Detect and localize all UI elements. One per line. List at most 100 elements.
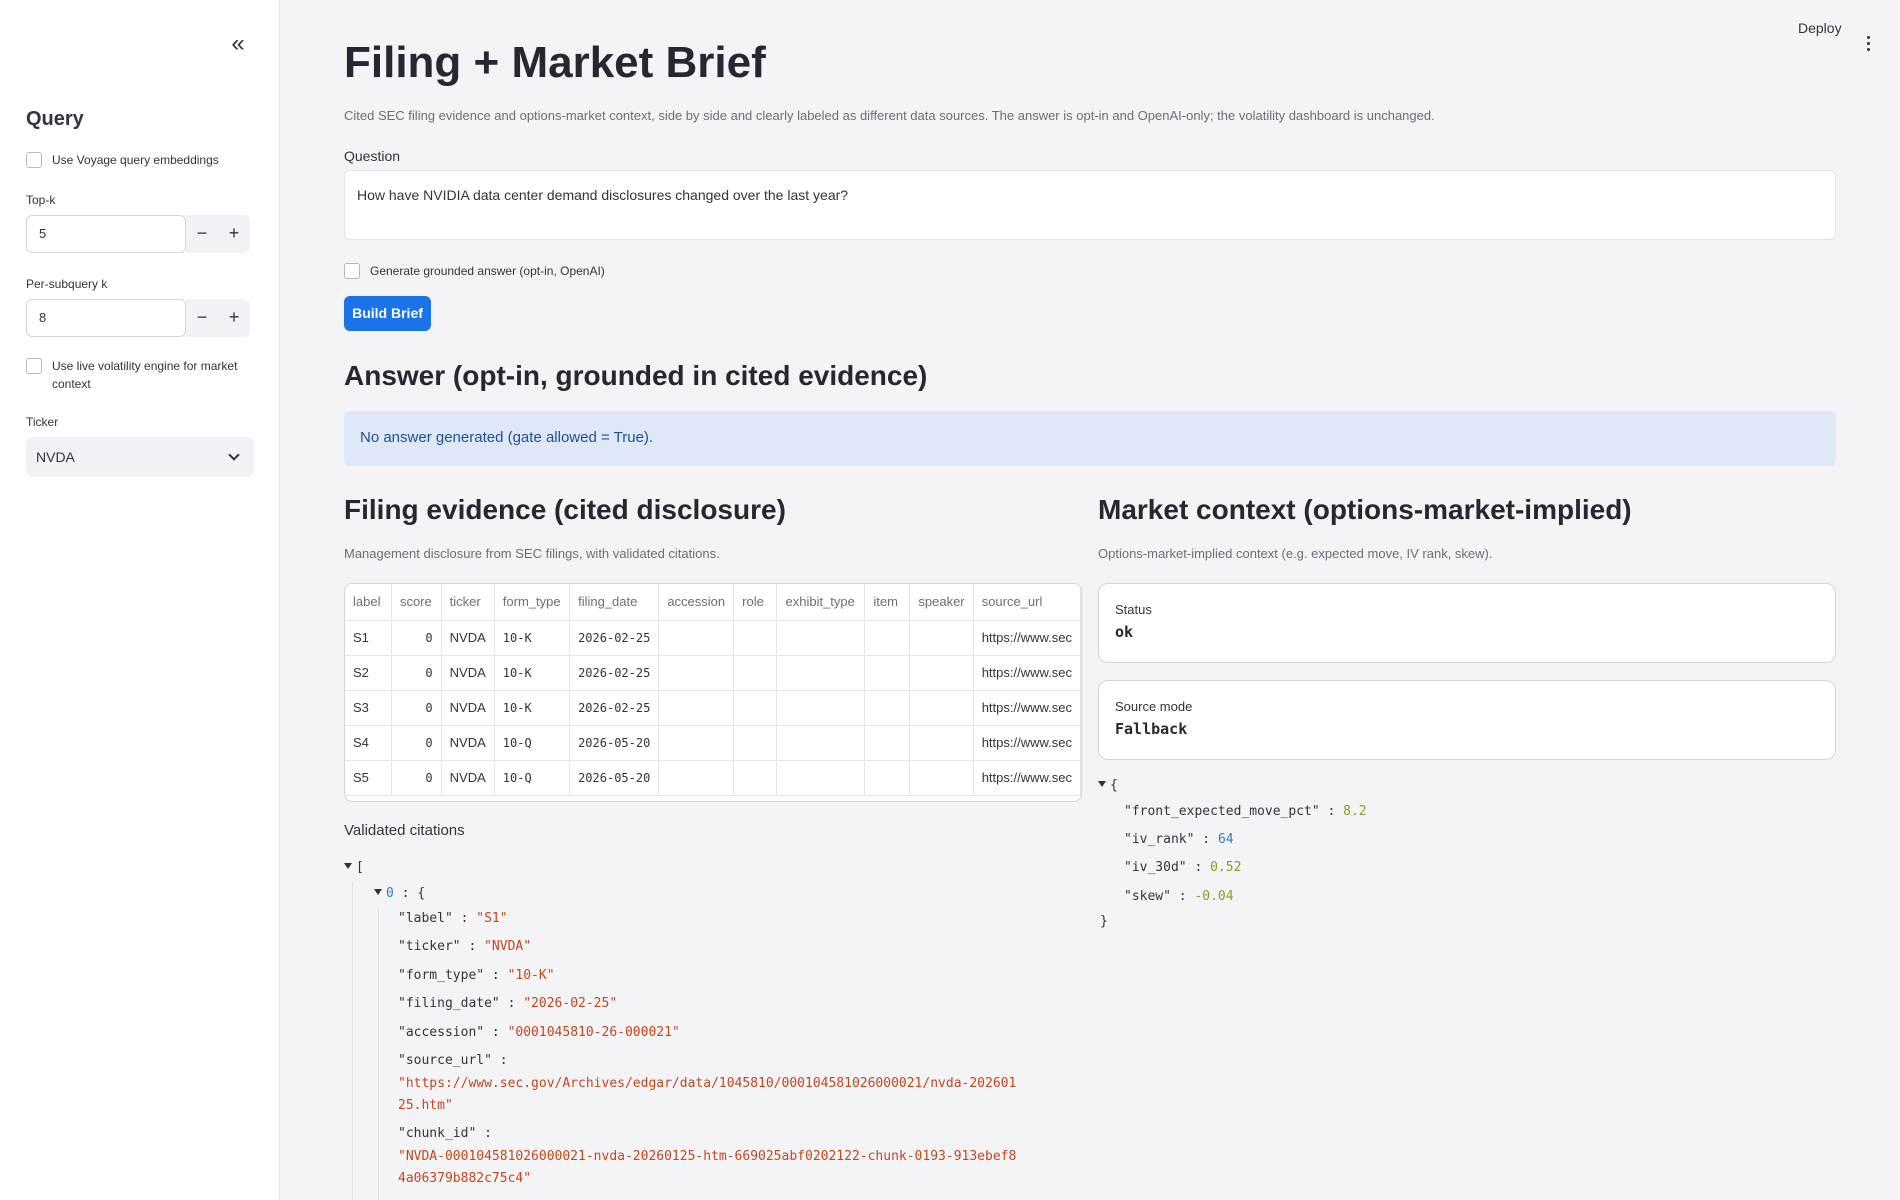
topk-increment-button[interactable]: + — [218, 215, 250, 253]
json-value: 4a06379b882c75c4" — [398, 1171, 532, 1186]
table-cell[interactable]: 2026-02-25 — [569, 690, 660, 726]
column-header[interactable]: ticker — [441, 584, 495, 621]
page-title: Filing + Market Brief — [344, 38, 766, 87]
json-root-toggle[interactable]: [ — [344, 860, 364, 875]
table-cell[interactable]: NVDA — [441, 655, 495, 691]
table-row: S1 0 NVDA 10-K 2026-02-25 https://www.se… — [345, 620, 1081, 656]
table-cell[interactable]: S5 — [345, 760, 392, 796]
table-cell[interactable]: S1 — [345, 620, 392, 656]
table-cell[interactable] — [733, 690, 778, 726]
table-cell[interactable]: 0 — [391, 655, 442, 691]
json-item-toggle[interactable]: 0 : { — [374, 886, 425, 901]
table-cell[interactable]: NVDA — [441, 760, 495, 796]
json-entry: "filing_date" : "2026-02-25" — [398, 996, 618, 1011]
live-vol-checkbox[interactable] — [26, 358, 42, 374]
table-cell[interactable] — [733, 760, 778, 796]
table-row: S5 0 NVDA 10-Q 2026-05-20 https://www.se… — [345, 760, 1081, 796]
column-header[interactable]: speaker — [909, 584, 974, 621]
table-cell[interactable] — [909, 725, 974, 761]
kebab-menu-icon[interactable] — [1858, 34, 1878, 54]
generate-checkbox-row[interactable]: Generate grounded answer (opt-in, OpenAI… — [344, 262, 605, 280]
evidence-table[interactable]: label score ticker form_type filing_date… — [344, 583, 1082, 802]
table-cell[interactable]: 0 — [391, 620, 442, 656]
table-cell[interactable] — [658, 655, 735, 691]
live-vol-checkbox-row[interactable]: Use live volatility engine for market co… — [26, 357, 254, 393]
table-cell[interactable] — [776, 690, 866, 726]
table-cell[interactable] — [733, 725, 778, 761]
table-cell[interactable]: 2026-02-25 — [569, 655, 660, 691]
citations-json-viewer: [ 0 : { "label" : "S1" "ticker" : "NVDA"… — [344, 860, 1082, 1200]
persub-increment-button[interactable]: + — [218, 299, 250, 337]
build-brief-button[interactable]: Build Brief — [344, 296, 431, 331]
table-cell[interactable]: 2026-05-20 — [569, 725, 660, 761]
table-cell[interactable]: S3 — [345, 690, 392, 726]
column-header[interactable]: accession — [658, 584, 735, 621]
table-cell[interactable] — [864, 690, 911, 726]
table-cell[interactable]: 0 — [391, 690, 442, 726]
table-cell[interactable] — [909, 760, 974, 796]
table-cell[interactable] — [776, 620, 866, 656]
persub-input[interactable]: 8 — [26, 299, 186, 337]
table-cell[interactable] — [658, 725, 735, 761]
deploy-button[interactable]: Deploy — [1798, 20, 1842, 36]
table-cell[interactable] — [864, 760, 911, 796]
sidebar: « Query Use Voyage query embeddings Top-… — [0, 0, 280, 1200]
table-cell[interactable]: S4 — [345, 725, 392, 761]
table-cell[interactable] — [864, 725, 911, 761]
table-cell[interactable]: 0 — [391, 760, 442, 796]
table-cell[interactable]: https://www.sec — [973, 760, 1081, 796]
json-value: "NVDA" — [484, 939, 532, 954]
voyage-checkbox-row[interactable]: Use Voyage query embeddings — [26, 151, 254, 169]
topk-input[interactable]: 5 — [26, 215, 186, 253]
json-entry: "iv_rank" : 64 — [1124, 832, 1234, 847]
table-cell[interactable]: 10-K — [494, 620, 571, 656]
column-header[interactable]: label — [345, 584, 392, 621]
table-cell[interactable] — [909, 690, 974, 726]
table-cell[interactable] — [776, 760, 866, 796]
generate-checkbox[interactable] — [344, 263, 360, 279]
column-header[interactable]: item — [864, 584, 911, 621]
column-header[interactable]: source_url — [973, 584, 1081, 621]
table-cell[interactable] — [658, 620, 735, 656]
table-cell[interactable]: https://www.sec — [973, 655, 1081, 691]
table-cell[interactable] — [909, 655, 974, 691]
table-cell[interactable] — [658, 690, 735, 726]
persub-decrement-button[interactable]: − — [186, 299, 218, 337]
table-cell[interactable] — [864, 620, 911, 656]
table-cell[interactable] — [776, 725, 866, 761]
topk-decrement-button[interactable]: − — [186, 215, 218, 253]
voyage-checkbox[interactable] — [26, 152, 42, 168]
table-cell[interactable]: 2026-02-25 — [569, 620, 660, 656]
live-vol-checkbox-label: Use live volatility engine for market co… — [52, 359, 238, 391]
table-cell[interactable] — [733, 655, 778, 691]
column-header[interactable]: role — [733, 584, 778, 621]
question-input[interactable]: How have NVIDIA data center demand discl… — [344, 170, 1836, 240]
column-header[interactable]: score — [391, 584, 442, 621]
table-cell[interactable] — [658, 760, 735, 796]
table-cell[interactable]: 10-K — [494, 655, 571, 691]
table-cell[interactable] — [733, 620, 778, 656]
table-cell[interactable] — [776, 655, 866, 691]
table-cell[interactable]: NVDA — [441, 690, 495, 726]
column-header[interactable]: exhibit_type — [776, 584, 866, 621]
json-entry: "source_url" : — [398, 1053, 508, 1068]
json-entry: "front_expected_move_pct" : 8.2 — [1124, 804, 1367, 819]
table-cell[interactable]: NVDA — [441, 620, 495, 656]
table-cell[interactable]: NVDA — [441, 725, 495, 761]
column-header[interactable]: filing_date — [569, 584, 660, 621]
column-header[interactable]: form_type — [494, 584, 571, 621]
table-cell[interactable] — [909, 620, 974, 656]
table-cell[interactable]: https://www.sec — [973, 725, 1081, 761]
table-cell[interactable]: 10-Q — [494, 725, 571, 761]
table-cell[interactable]: 10-Q — [494, 760, 571, 796]
table-cell[interactable]: S2 — [345, 655, 392, 691]
json-root-toggle[interactable]: { — [1098, 778, 1118, 793]
table-cell[interactable]: 10-K — [494, 690, 571, 726]
table-cell[interactable] — [864, 655, 911, 691]
table-cell[interactable]: 0 — [391, 725, 442, 761]
ticker-select[interactable]: NVDA — [26, 437, 254, 477]
table-cell[interactable]: https://www.sec — [973, 620, 1081, 656]
chevrons-left-icon[interactable]: « — [226, 32, 250, 58]
table-cell[interactable]: https://www.sec — [973, 690, 1081, 726]
table-cell[interactable]: 2026-05-20 — [569, 760, 660, 796]
